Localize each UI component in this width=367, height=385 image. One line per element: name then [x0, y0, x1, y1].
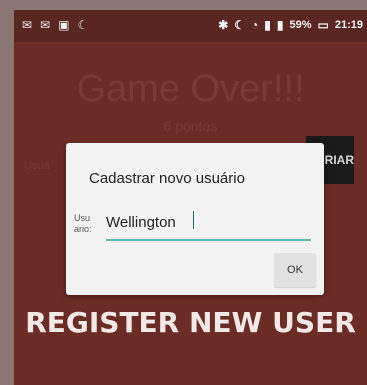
- status-time: 21:19: [334, 19, 363, 31]
- message-icon: ✉: [22, 18, 33, 32]
- signal-icon: ▮: [264, 18, 271, 32]
- email-icon: ✉: [40, 18, 51, 32]
- moon-icon: ☾: [77, 18, 89, 32]
- dialog-field-label: Usu ario:: [74, 213, 92, 234]
- background-user-label: Usuá: [24, 160, 50, 172]
- status-right: ✱ ☾ ◔ ▮ ▮ 59% ▭ 21:19: [218, 18, 363, 32]
- caption-text: REGISTER NEW USER: [25, 306, 356, 339]
- battery-icon: ▭: [317, 18, 329, 32]
- signal-icon-2: ▮: [276, 18, 284, 32]
- username-input[interactable]: [106, 205, 311, 239]
- image-icon: ▣: [58, 18, 70, 32]
- moon-icon: ☾: [234, 18, 246, 32]
- input-underline: [106, 239, 311, 241]
- bluetooth-icon: ✱: [218, 18, 229, 32]
- wifi-icon: ◔: [251, 18, 259, 32]
- phone-screen: ✉ ✉ ▣ ☾ ✱ ☾ ◔ ▮ ▮ 59% ▭ 21:19 Game Over!…: [14, 10, 367, 385]
- username-input-wrap[interactable]: [106, 205, 311, 239]
- text-cursor: [193, 211, 194, 229]
- dialog-title: Cadastrar novo usuário: [89, 170, 245, 187]
- ok-button[interactable]: OK: [274, 253, 316, 287]
- register-user-dialog: Cadastrar novo usuário Usu ario: OK: [66, 143, 324, 295]
- game-over-title: Game Over!!!: [76, 68, 305, 110]
- battery-percent: 59%: [289, 19, 312, 31]
- score-subtitle: 6 pontos: [163, 118, 218, 134]
- status-bar: ✉ ✉ ▣ ☾ ✱ ☾ ◔ ▮ ▮ 59% ▭ 21:19: [14, 10, 367, 42]
- status-left: ✉ ✉ ▣ ☾: [22, 18, 88, 32]
